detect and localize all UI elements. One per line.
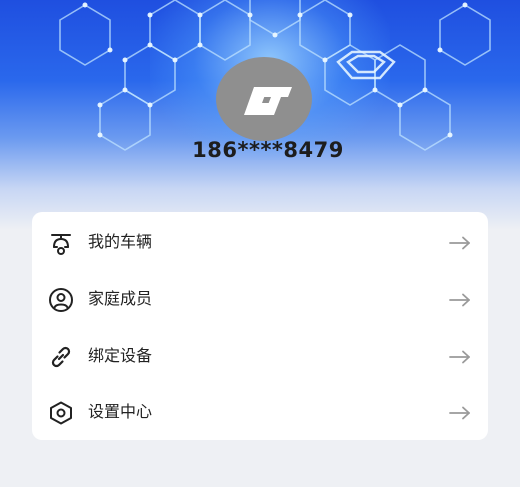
menu-card: 我的车辆 家庭成员 绑定设备 设置中心 [32,212,488,440]
user-circle-icon [49,288,73,312]
link-icon [51,346,71,368]
menu-item-label: 我的车辆 [88,232,153,251]
menu-item-bind-device[interactable]: 绑定设备 [32,328,488,384]
arrow-right-icon [449,350,470,364]
arrow-right-icon [449,293,470,307]
menu-item-label: 设置中心 [88,402,153,421]
app-logo-icon [244,87,292,115]
arrow-right-icon [449,236,470,250]
menu-item-settings-center[interactable]: 设置中心 [32,384,488,440]
user-phone-number: 186****8479 [192,138,344,162]
menu-item-family-members[interactable]: 家庭成员 [32,271,488,327]
menu-item-my-vehicles[interactable]: 我的车辆 [32,214,488,270]
scooter-icon [51,234,71,255]
settings-hexagon-icon [50,401,72,425]
menu-item-label: 家庭成员 [88,289,153,308]
menu-item-label: 绑定设备 [88,346,153,365]
arrow-right-icon [449,406,470,420]
avatar[interactable] [216,57,312,141]
